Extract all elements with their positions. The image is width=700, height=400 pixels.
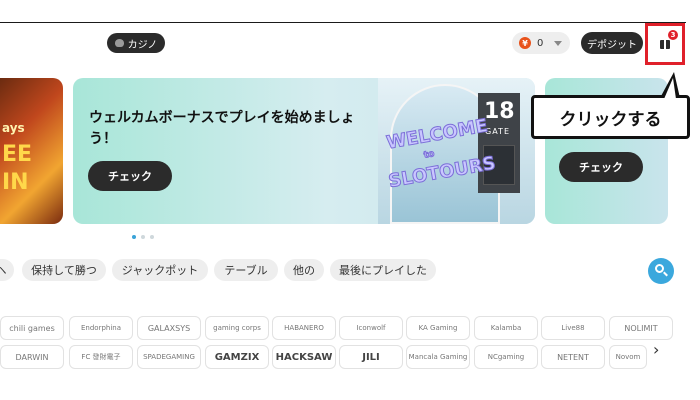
callout-pointer-fill [664,78,676,99]
provider-tile[interactable]: Iconwolf [339,316,403,340]
provider-tile[interactable]: NOLIMIT [609,316,673,340]
deposit-button[interactable]: デポジット [581,32,643,54]
callout-text: クリックする [559,109,662,130]
banner-text: EE [2,142,33,167]
category-chip[interactable]: テーブル [214,259,278,281]
provider-tile[interactable]: SPADEGAMING [137,345,201,369]
provider-tile[interactable]: NCgaming [474,345,538,369]
provider-tile[interactable]: NETENT [541,345,605,369]
balance-value: 0 [537,37,544,49]
provider-tile[interactable]: HABANERO [272,316,336,340]
category-chip[interactable]: 保持して勝つ [22,259,106,281]
check-button[interactable]: チェック [88,161,172,191]
casino-tab-button[interactable]: カジノ [107,33,165,53]
carousel-dot[interactable] [150,235,154,239]
provider-tile[interactable]: Kalamba [474,316,538,340]
category-chip[interactable]: ジャックポット [112,259,208,281]
category-chip[interactable]: 他の [284,259,324,281]
provider-tile[interactable]: GALAXSYS [137,316,201,340]
welcome-logo-text: to [423,149,436,162]
provider-tile[interactable]: Mancala Gaming [406,345,470,369]
top-divider [0,22,686,23]
provider-tile[interactable]: Endorphina [69,316,133,340]
balance-dropdown[interactable]: ¥ 0 [512,32,570,54]
gate-sign: 18 GATE [478,93,520,193]
banner-text: ays [2,121,25,135]
banner-text: IN [2,170,29,195]
carousel-dot[interactable] [141,235,145,239]
chevron-down-icon [554,41,562,46]
welcome-bonus-banner[interactable]: ウェルカムボーナスでプレイを始めましょう！ チェック 18 GATE WELCO… [73,78,535,224]
gift-icon [660,40,670,49]
carousel-pagination [132,235,154,239]
provider-tile[interactable]: JILI [339,345,403,369]
banner-title: ウェルカムボーナスでプレイを始めましょう！ [89,110,355,147]
banner-image: 18 GATE WELCOME to SLOTOURS [378,78,535,224]
promo-banner-previous[interactable]: ays EE IN [0,78,63,224]
provider-tile[interactable]: DARWIN [0,345,64,369]
provider-tile[interactable]: HACKSAW [272,345,336,369]
chevron-right-icon[interactable]: › [653,340,659,359]
category-chip[interactable]: ヘ [0,259,14,281]
gift-badge: 3 [668,30,678,40]
provider-tile[interactable]: Live88 [541,316,605,340]
casino-label: カジノ [127,39,158,51]
provider-tile[interactable]: chili games [0,316,64,340]
provider-tile[interactable]: gaming corps [205,316,269,340]
yen-coin-icon: ¥ [519,37,531,49]
gift-button[interactable]: 3 [645,23,685,65]
category-chip[interactable]: 最後にプレイした [330,259,436,281]
provider-tile[interactable]: FC 發財電子 [69,345,133,369]
provider-tile[interactable]: KA Gaming [406,316,470,340]
provider-tile[interactable]: Novom [609,345,647,369]
casino-icon [114,39,124,47]
annotation-callout: クリックする [531,95,690,139]
provider-tile[interactable]: GAMZIX [205,345,269,369]
check-button[interactable]: チェック [559,152,643,182]
carousel-dot[interactable] [132,235,136,239]
gate-number: 18 [484,99,515,124]
search-button[interactable] [648,258,674,284]
